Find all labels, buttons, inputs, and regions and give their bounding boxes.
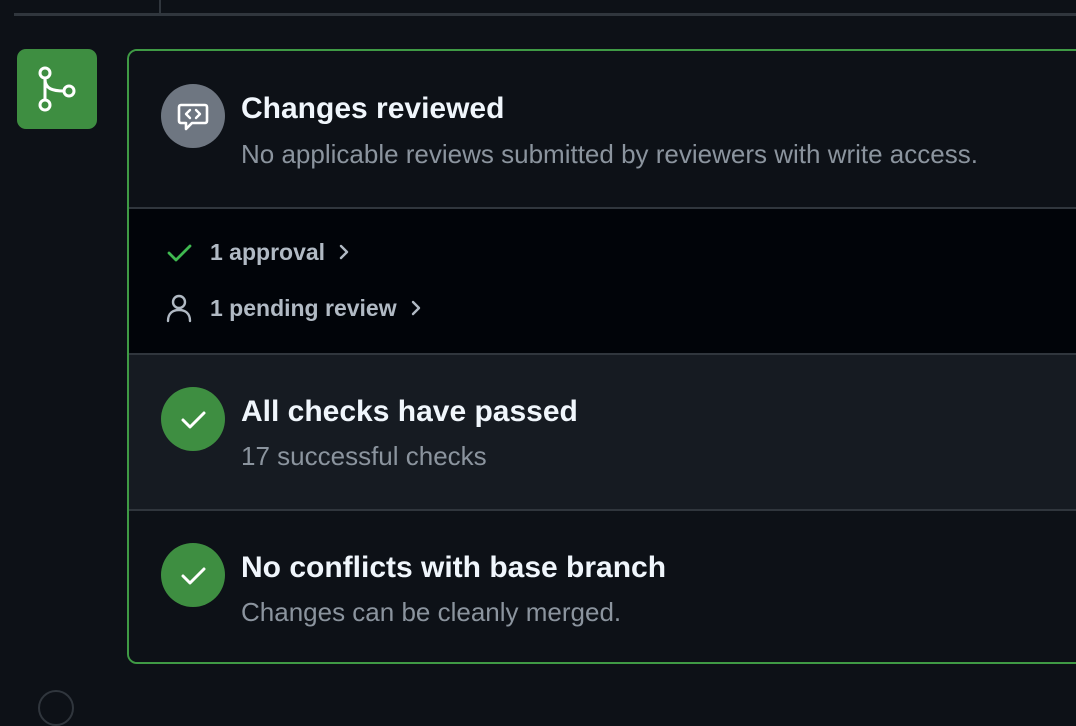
chevron-right-icon <box>409 299 423 317</box>
pending-reviews-label: 1 pending review <box>210 294 397 321</box>
conflicts-subtitle: Changes can be cleanly merged. <box>241 597 622 627</box>
check-icon <box>165 238 193 266</box>
merge-status-badge <box>17 49 97 129</box>
checks-subtitle: 17 successful checks <box>241 441 487 471</box>
chevron-right-icon <box>337 243 351 261</box>
code-review-icon <box>177 103 209 131</box>
checks-section[interactable]: All checks have passed 17 successful che… <box>129 353 1076 509</box>
review-status-badge <box>161 84 225 148</box>
conflicts-section: No conflicts with base branch Changes ca… <box>129 509 1076 662</box>
check-icon <box>181 411 206 429</box>
checks-title: All checks have passed <box>241 395 578 428</box>
timeline-divider <box>14 0 1076 16</box>
reviewers-section: 1 approval 1 pending review <box>129 207 1076 353</box>
person-icon <box>165 294 193 323</box>
conflicts-status-badge <box>161 543 225 607</box>
review-status-section: Changes reviewed No applicable reviews s… <box>129 51 1076 207</box>
approvals-label: 1 approval <box>210 238 326 265</box>
review-status-subtitle: No applicable reviews submitted by revie… <box>241 139 978 169</box>
approvals-row[interactable]: 1 approval <box>165 238 351 266</box>
review-status-title: Changes reviewed <box>241 92 505 125</box>
check-icon <box>181 567 206 585</box>
checks-status-badge <box>161 387 225 451</box>
merge-box: Changes reviewed No applicable reviews s… <box>127 49 1076 664</box>
timeline-avatar <box>38 690 74 726</box>
conflicts-title: No conflicts with base branch <box>241 551 667 584</box>
git-merge-icon <box>38 66 76 112</box>
pending-reviews-row[interactable]: 1 pending review <box>165 294 423 323</box>
timeline-divider-tick <box>159 0 161 14</box>
